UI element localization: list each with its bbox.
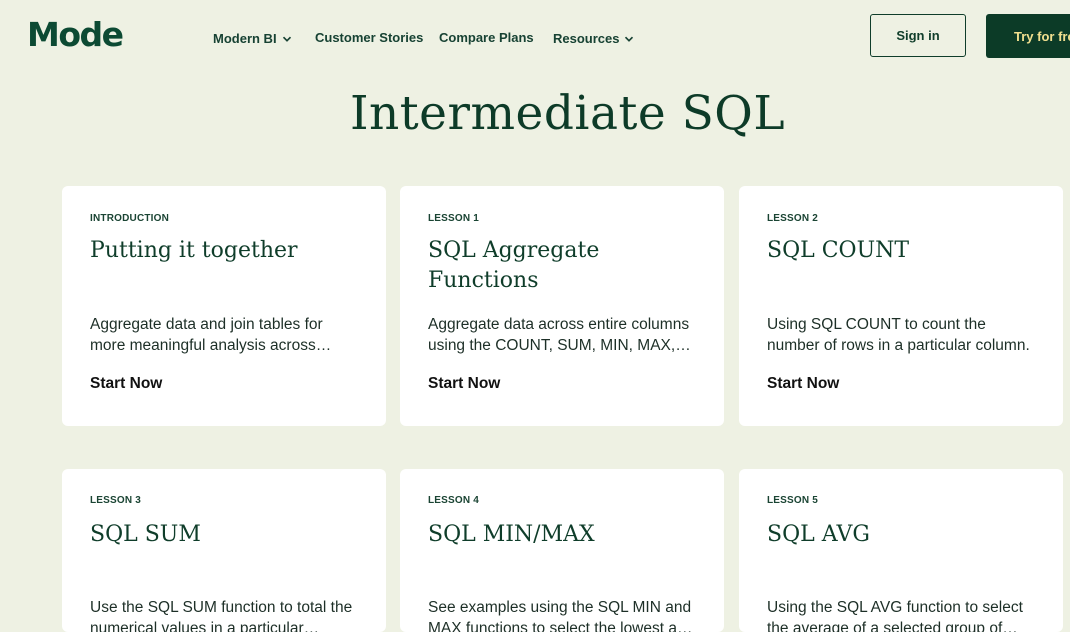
chevron-down-icon	[282, 36, 291, 42]
lesson-card[interactable]: LESSON 4 SQL MIN/MAX See examples using …	[400, 469, 724, 632]
nav-item-label: Modern BI	[213, 31, 277, 46]
card-description: Using the SQL AVG function to select the…	[767, 599, 1023, 632]
page: Mode Modern BI Customer Stories Compare …	[0, 0, 1070, 632]
card-description: See examples using the SQL MIN and MAX f…	[428, 599, 695, 632]
start-now-link[interactable]: Start Now	[767, 375, 839, 393]
lesson-card[interactable]: LESSON 1 SQL Aggregate Functions Aggrega…	[400, 186, 724, 426]
card-title[interactable]: SQL AVG	[767, 520, 1043, 550]
lesson-card[interactable]: LESSON 2 SQL COUNT Using SQL COUNT to co…	[739, 186, 1063, 426]
card-title[interactable]: SQL Aggregate Functions	[428, 236, 704, 296]
card-kicker: LESSON 3	[90, 495, 142, 506]
card-kicker: LESSON 1	[428, 213, 480, 224]
card-description: Aggregate data across entire columns usi…	[428, 316, 690, 354]
nav-item-compare-plans[interactable]: Compare Plans	[439, 27, 534, 49]
card-description: Aggregate data and join tables for more …	[90, 316, 323, 354]
lesson-card[interactable]: LESSON 3 SQL SUM Use the SQL SUM functio…	[62, 469, 386, 632]
card-description: Using SQL COUNT to count the number of r…	[767, 316, 1030, 354]
lesson-card[interactable]: INTRODUCTION Putting it together Aggrega…	[62, 186, 386, 426]
lesson-card[interactable]: LESSON 5 SQL AVG Using the SQL AVG funct…	[739, 469, 1063, 632]
card-kicker: LESSON 5	[767, 495, 819, 506]
mode-logo[interactable]: Mode	[27, 13, 124, 57]
start-now-link[interactable]: Start Now	[428, 375, 500, 393]
nav-item-label: Customer Stories	[315, 30, 424, 45]
nav-item-label: Compare Plans	[439, 30, 534, 45]
card-kicker: LESSON 4	[428, 495, 480, 506]
card-description: Use the SQL SUM function to total the nu…	[90, 599, 353, 632]
nav-item-label: Resources	[553, 31, 620, 46]
page-title: Intermediate SQL	[349, 86, 786, 141]
start-now-link[interactable]: Start Now	[90, 375, 162, 393]
chevron-down-icon	[625, 36, 634, 42]
nav-item-customer-stories[interactable]: Customer Stories	[315, 27, 423, 49]
nav-item-modern-bi[interactable]: Modern BI	[213, 28, 292, 50]
card-title[interactable]: SQL SUM	[90, 520, 366, 550]
nav-item-resources[interactable]: Resources	[553, 28, 634, 50]
card-title[interactable]: Putting it together	[90, 236, 366, 266]
card-kicker: INTRODUCTION	[90, 213, 170, 224]
card-title[interactable]: SQL COUNT	[767, 236, 1043, 266]
card-title[interactable]: SQL MIN/MAX	[428, 520, 704, 550]
try-for-free-button[interactable]: Try for free	[986, 14, 1070, 58]
sign-in-button[interactable]: Sign in	[870, 14, 966, 57]
card-kicker: LESSON 2	[767, 213, 819, 224]
